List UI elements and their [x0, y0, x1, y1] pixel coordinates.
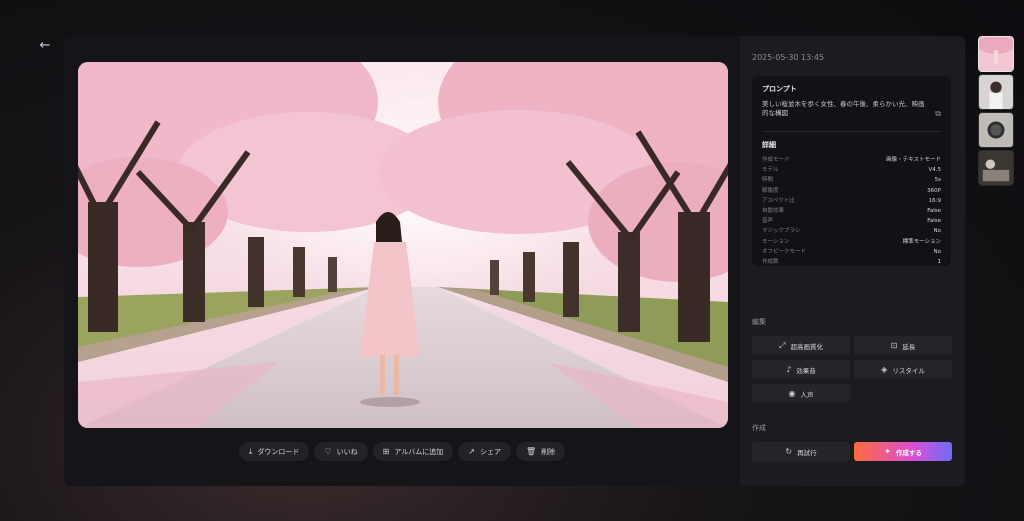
- waveform-icon: ♪: [786, 365, 792, 374]
- download-icon: ⤓: [248, 446, 253, 456]
- divider: [762, 131, 941, 132]
- delete-button[interactable]: 🗑 削除: [515, 442, 566, 461]
- detail-row: オフピークモード No: [762, 248, 941, 255]
- trash-icon: 🗑: [525, 447, 537, 456]
- detail-row: 自動効果 False: [762, 207, 941, 214]
- detail-row: マジックブラシ No: [762, 228, 941, 235]
- create-section-label: 作成: [752, 424, 766, 432]
- voice-button[interactable]: ◉ 人声: [752, 384, 850, 403]
- shield-icon: ◈: [881, 365, 888, 374]
- details-list: 作成モード 画像・テキストモード モデル V4.5 時間 5s 解像度 360P アスペ…: [762, 155, 941, 267]
- eye-icon: ◉: [788, 389, 796, 398]
- detail-row: 作成モード 画像・テキストモード: [762, 157, 941, 163]
- prompt-card: プロンプト 美しい桜並木を歩く女性、春の午後、柔らかい光、映画的な構図 ⧉ 詳細…: [752, 76, 951, 266]
- share-button[interactable]: ↗ シェア: [458, 442, 511, 461]
- detail-row: モーション 標準モーション: [762, 238, 941, 245]
- back-button[interactable]: ←: [36, 36, 54, 54]
- add-to-album-button[interactable]: ⊞ アルバムに追加: [372, 442, 454, 461]
- arrow-left-icon: ←: [39, 37, 51, 53]
- folder-plus-icon: ⊞: [382, 447, 390, 456]
- thumbnail-strip: [978, 36, 1014, 188]
- detail-row: アスペクト比 16:9: [762, 197, 941, 204]
- sparkle-icon: ✦: [884, 447, 891, 456]
- image-actions: ⤓ ダウンロード ♡ いいね ⊞ アルバムに追加 ↗ シェア 🗑 削除: [64, 442, 740, 461]
- edit-section-label: 編集: [752, 318, 766, 326]
- share-icon: ↗: [468, 447, 475, 456]
- download-button[interactable]: ⤓ ダウンロード: [238, 442, 310, 461]
- thumbnail-watch[interactable]: [978, 112, 1014, 148]
- prompt-heading: プロンプト: [762, 85, 797, 93]
- cherry-blossom-image: [78, 62, 728, 428]
- detail-row: 解像度 360P: [762, 187, 941, 194]
- timestamp: 2025-05-30 13:45: [752, 53, 825, 62]
- details-heading: 詳細: [762, 141, 776, 149]
- sound-effects-button[interactable]: ♪ 効果音: [752, 360, 850, 379]
- upscale-button[interactable]: ⤢ 超高画質化: [752, 336, 850, 355]
- detail-row: 作成数 1: [762, 258, 941, 265]
- thumbnail-dark-scene[interactable]: [978, 150, 1014, 186]
- detail-row: 音声 False: [762, 218, 941, 225]
- thumbnail-cherry-blossom[interactable]: [978, 36, 1014, 72]
- extend-button[interactable]: ⊡ 延長: [854, 336, 952, 355]
- info-sidebar: 2025-05-30 13:45 プロンプト 美しい桜並木を歩く女性、春の午後、…: [740, 36, 965, 486]
- detail-row: 時間 5s: [762, 177, 941, 184]
- restyle-button[interactable]: ◈ リスタイル: [854, 360, 952, 379]
- copy-icon[interactable]: ⧉: [935, 109, 941, 119]
- detail-row: モデル V4.5: [762, 167, 941, 174]
- main-panel: ⤓ ダウンロード ♡ いいね ⊞ アルバムに追加 ↗ シェア 🗑 削除: [64, 36, 740, 486]
- generated-image[interactable]: [78, 62, 728, 428]
- heart-icon: ♡: [324, 447, 332, 456]
- expand-icon: ⤢: [779, 340, 786, 350]
- thumbnail-portrait[interactable]: [978, 74, 1014, 110]
- refresh-icon: ↻: [785, 447, 793, 456]
- extend-icon: ⊡: [890, 341, 898, 350]
- prompt-text: 美しい桜並木を歩く女性、春の午後、柔らかい光、映画的な構図: [762, 100, 925, 117]
- create-button[interactable]: ✦ 作成する: [854, 442, 952, 461]
- like-button[interactable]: ♡ いいね: [314, 442, 368, 461]
- retry-button[interactable]: ↻ 再試行: [752, 442, 850, 461]
